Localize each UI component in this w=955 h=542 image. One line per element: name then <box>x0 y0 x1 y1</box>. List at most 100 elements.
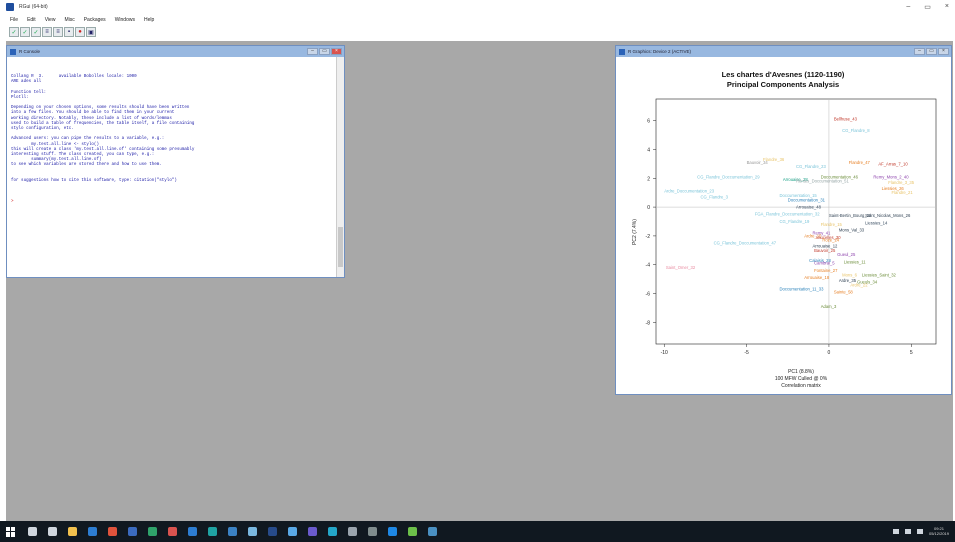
title-bar: RGui (64-bit) – ▭ × <box>0 0 955 14</box>
menu-help[interactable]: Help <box>144 17 154 23</box>
stop-button[interactable]: ● <box>75 27 85 37</box>
point-label: CG_Flandre_23 <box>796 164 826 169</box>
plot-background <box>616 57 951 394</box>
point-label: CG_Flandre_3 <box>700 194 728 199</box>
windows-taskbar: 09:21 05/12/2019 <box>0 521 955 542</box>
search-icon[interactable] <box>28 527 37 536</box>
point-label: CG_Flandre_Doccumentation_47 <box>714 241 777 246</box>
point-label: Saint_Nicolas_Mons_26 <box>865 213 911 218</box>
app-teal-icon[interactable] <box>208 527 217 536</box>
menu-bar: File Edit View Misc Packages Windows Hel… <box>0 14 955 25</box>
close-button[interactable]: × <box>945 3 949 11</box>
graphics-close-button[interactable]: × <box>938 48 949 55</box>
console-maximize-button[interactable]: ▭ <box>319 48 330 55</box>
app-cyan-icon[interactable] <box>328 527 337 536</box>
point-label: Liessies_Saint_32 <box>862 272 897 277</box>
point-label: Remy_Mons_2_40 <box>873 174 909 179</box>
network-icon[interactable] <box>892 528 899 534</box>
r-console-window[interactable]: R Console – ▭ × Collang R 3. available B… <box>6 45 345 278</box>
minimize-button[interactable]: – <box>906 3 910 11</box>
app-blue-icon[interactable] <box>188 527 197 536</box>
app-red-icon[interactable] <box>168 527 177 536</box>
copy-paste-button[interactable]: ▪ <box>64 27 74 37</box>
r-graphics-window[interactable]: R Graphics: Device 2 (ACTIVE) – ▭ × Les … <box>615 45 952 395</box>
rgui-icon[interactable] <box>128 527 137 536</box>
point-label: Flandre_3_35 <box>888 180 915 185</box>
chrome-icon[interactable] <box>108 527 117 536</box>
point-label: Liessies_14 <box>865 220 888 225</box>
task-view-icon[interactable] <box>48 527 57 536</box>
point-label: Adam_3 <box>821 304 837 309</box>
graphics-title-bar[interactable]: R Graphics: Device 2 (ACTIVE) <box>616 46 951 57</box>
menu-packages[interactable]: Packages <box>84 17 106 23</box>
app-lime-icon[interactable] <box>408 527 417 536</box>
system-tray: 09:21 05/12/2019 <box>892 526 949 536</box>
window-title: RGui (64-bit) <box>19 4 48 10</box>
app-green-icon[interactable] <box>148 527 157 536</box>
menu-edit[interactable]: Edit <box>27 17 36 23</box>
console-close-button[interactable]: × <box>331 48 342 55</box>
graphics-maximize-button[interactable]: ▭ <box>926 48 937 55</box>
point-label: Sainte_58 <box>834 290 854 295</box>
point-label: Flandre_47 <box>849 160 871 165</box>
r-logo-icon <box>10 48 16 55</box>
app-check-icon[interactable] <box>248 527 257 536</box>
copy-button[interactable]: ≡ <box>42 27 52 37</box>
x-tick-label: -10 <box>661 350 668 356</box>
point-label: Rentes_Doccumentation_51 <box>796 179 850 184</box>
x-tick-label: 5 <box>910 350 913 356</box>
point-label: Doccumentation_31 <box>788 197 826 202</box>
graphics-title: R Graphics: Device 2 (ACTIVE) <box>628 49 692 54</box>
menu-view[interactable]: View <box>45 17 56 23</box>
console-scrollbar[interactable] <box>336 57 344 277</box>
open-script-button[interactable]: ✓ <box>9 27 19 37</box>
point-label: Mons_6 <box>842 272 858 277</box>
start-button[interactable] <box>6 526 16 537</box>
menu-misc[interactable]: Misc <box>64 17 74 23</box>
point-label: Bauvoir_25 <box>814 248 836 253</box>
chart-title: Les chartes d'Avesnes (1120-1190) <box>722 70 845 79</box>
app-sky-icon[interactable] <box>288 527 297 536</box>
app-violet-icon[interactable] <box>308 527 317 536</box>
mdi-workspace: R Console – ▭ × Collang R 3. available B… <box>6 41 953 521</box>
app-grey-icon[interactable] <box>348 527 357 536</box>
chart-caption-line-1: 100 MFW Culled @ 0% <box>775 376 828 382</box>
maximize-button[interactable]: ▭ <box>924 3 931 11</box>
graphics-minimize-button[interactable]: – <box>914 48 925 55</box>
load-workspace-button[interactable]: ✓ <box>20 27 30 37</box>
app-azure-icon[interactable] <box>388 527 397 536</box>
console-prompt[interactable]: > <box>11 200 333 205</box>
app-navy-icon[interactable] <box>268 527 277 536</box>
point-label: Flandre_15 <box>821 222 843 227</box>
x-axis-label: PC1 (8.8%) <box>788 369 814 375</box>
save-workspace-button[interactable]: ✓ <box>31 27 41 37</box>
app-steel-icon[interactable] <box>428 527 437 536</box>
console-scrollbar-thumb[interactable] <box>338 227 343 267</box>
keyboard-icon[interactable] <box>916 528 923 534</box>
taskbar-clock[interactable]: 09:21 05/12/2019 <box>929 526 949 536</box>
console-minimize-button[interactable]: – <box>307 48 318 55</box>
app-blue-2-icon[interactable] <box>228 527 237 536</box>
point-label: Ardre_Doccumentation_23 <box>664 189 714 194</box>
console-title-bar[interactable]: R Console <box>7 46 344 57</box>
y-tick-label: 6 <box>647 119 650 125</box>
y-tick-label: -2 <box>646 234 651 240</box>
edge-icon[interactable] <box>88 527 97 536</box>
app-slate-icon[interactable] <box>368 527 377 536</box>
r-logo-icon <box>619 48 625 55</box>
menu-windows[interactable]: Windows <box>115 17 135 23</box>
y-tick-label: 2 <box>647 176 650 182</box>
menu-file[interactable]: File <box>10 17 18 23</box>
point-label: AF_Arras_7_10 <box>878 161 908 166</box>
point-label: Fontaine_27 <box>814 268 838 273</box>
paste-button[interactable]: ≡ <box>53 27 63 37</box>
volume-icon[interactable] <box>904 528 911 534</box>
point-label: Bauvoir_34 <box>747 160 769 165</box>
file-explorer-icon[interactable] <box>68 527 77 536</box>
point-label: Bellhuse_43 <box>834 117 858 122</box>
console-output[interactable]: Collang R 3. available Bobolles locale: … <box>7 57 336 277</box>
y-tick-label: -6 <box>646 292 651 298</box>
point-label: FGA_Flandre_Doccumentation_32 <box>755 212 820 217</box>
print-button[interactable]: ▣ <box>86 27 96 37</box>
chart-subtitle: Principal Components Analysis <box>727 80 839 89</box>
